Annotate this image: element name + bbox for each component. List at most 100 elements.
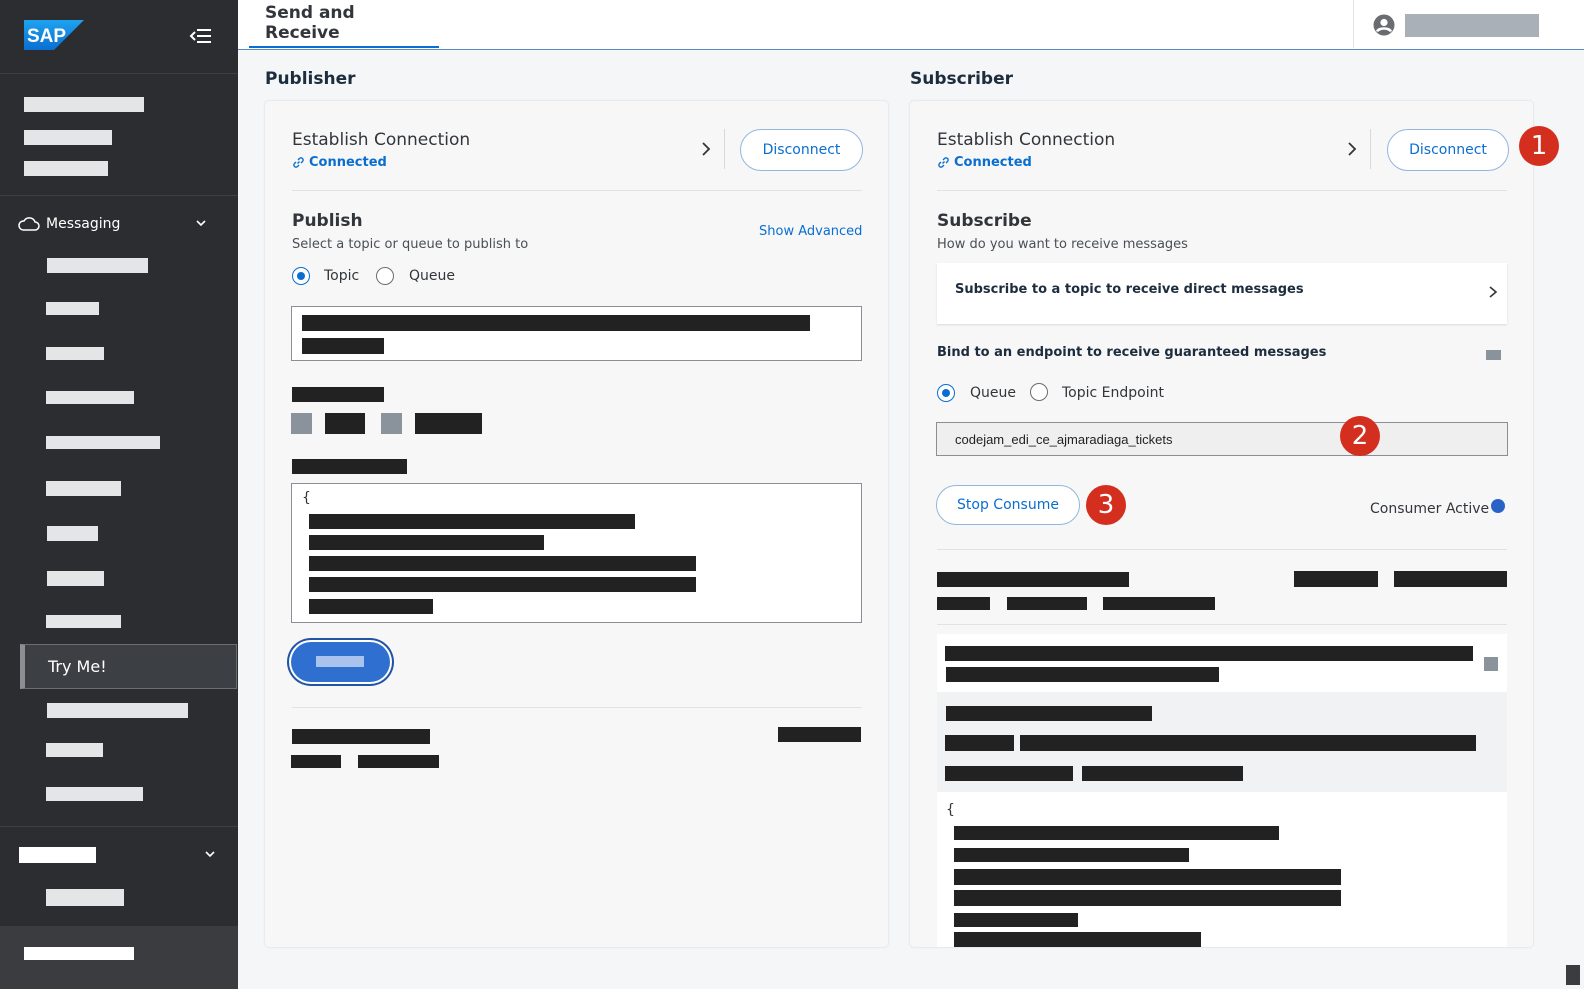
sidebar-section-messaging[interactable]: Messaging — [18, 212, 228, 236]
publish-button[interactable] — [291, 642, 390, 682]
redacted-text — [358, 755, 439, 768]
chevron-right-icon[interactable] — [700, 141, 712, 157]
sidebar-item[interactable] — [47, 258, 148, 273]
consumer-active-label: Consumer Active — [1370, 501, 1490, 517]
redacted-text — [954, 932, 1201, 947]
redacted-text — [954, 890, 1341, 906]
collapse-toggle[interactable] — [1486, 350, 1501, 360]
redacted-text — [302, 338, 384, 354]
user-name[interactable] — [1405, 14, 1539, 37]
divider — [937, 549, 1507, 550]
redacted-text — [945, 735, 1014, 751]
redacted-label — [292, 459, 407, 474]
connected-label: Connected — [954, 155, 1032, 170]
chevron-right-icon — [1489, 286, 1498, 298]
sidebar-item[interactable] — [46, 481, 121, 496]
redacted-label — [292, 387, 384, 402]
direct-subscription-option[interactable]: Subscribe to a topic to receive direct m… — [937, 263, 1507, 324]
topic-radio[interactable] — [292, 267, 310, 285]
redacted-text — [325, 413, 365, 434]
message-properties — [937, 692, 1507, 792]
sidebar-item[interactable] — [46, 436, 160, 449]
svg-text:SAP: SAP — [27, 26, 66, 47]
sidebar-item[interactable] — [46, 743, 103, 757]
sidebar-item[interactable] — [47, 526, 98, 541]
queue-name-input[interactable]: codejam_edi_ce_ajmaradiaga_tickets — [936, 422, 1508, 456]
redacted-text — [309, 556, 696, 571]
redacted-text — [291, 755, 341, 768]
topic-endpoint-radio-label: Topic Endpoint — [1062, 385, 1164, 401]
sidebar-item[interactable] — [24, 161, 108, 176]
redacted-text — [1394, 571, 1507, 587]
option-checkbox[interactable] — [291, 413, 312, 434]
stop-consume-button[interactable]: Stop Consume — [936, 485, 1080, 525]
divider — [292, 707, 862, 708]
queue-radio[interactable] — [937, 384, 955, 402]
sap-logo[interactable]: SAP — [24, 20, 84, 50]
redacted-text — [954, 826, 1279, 840]
publish-title: Publish — [292, 211, 363, 231]
sidebar-item[interactable] — [24, 97, 144, 112]
subscribe-subtitle: How do you want to receive messages — [937, 237, 1188, 252]
connected-label: Connected — [309, 155, 387, 170]
separator — [724, 129, 725, 169]
redacted-text — [937, 572, 1129, 587]
sidebar-item[interactable] — [46, 787, 143, 801]
sidebar-section-redacted[interactable] — [19, 847, 96, 863]
topic-radio-label: Topic — [324, 268, 360, 284]
sidebar-item[interactable] — [46, 302, 99, 315]
separator — [1370, 129, 1371, 169]
sidebar-divider — [0, 73, 238, 74]
redacted-text — [945, 646, 1473, 661]
queue-radio-label: Queue — [970, 385, 1016, 401]
redacted-text — [937, 597, 990, 610]
consumer-status-dot — [1491, 499, 1505, 513]
show-advanced-link[interactable]: Show Advanced — [759, 224, 862, 239]
scroll-corner[interactable] — [1566, 965, 1580, 985]
sidebar-item[interactable] — [47, 571, 104, 586]
sidebar: SAP Messaging Try Me! — [0, 0, 238, 989]
sidebar-footer-item[interactable] — [24, 947, 134, 960]
chevron-down-icon[interactable] — [205, 849, 215, 859]
publisher-disconnect-button[interactable]: Disconnect — [740, 129, 863, 171]
queue-radio[interactable] — [376, 267, 394, 285]
sidebar-item-try-me[interactable]: Try Me! — [20, 644, 237, 689]
redacted-text — [302, 315, 810, 331]
sidebar-item[interactable] — [47, 703, 188, 718]
chevron-down-icon[interactable] — [196, 218, 206, 228]
expand-toggle[interactable] — [1484, 657, 1498, 671]
sidebar-item[interactable] — [46, 347, 104, 360]
code-brace: { — [946, 802, 955, 818]
link-icon — [293, 157, 304, 168]
chevron-right-icon[interactable] — [1346, 141, 1358, 157]
code-brace: { — [302, 490, 311, 506]
sidebar-item[interactable] — [24, 130, 112, 145]
user-avatar-icon[interactable] — [1373, 14, 1395, 36]
topic-endpoint-radio[interactable] — [1030, 383, 1048, 401]
redacted-text — [778, 727, 861, 742]
sidebar-item[interactable] — [46, 615, 121, 628]
subscribe-title: Subscribe — [937, 211, 1032, 231]
sidebar-item-label: Try Me! — [48, 657, 107, 676]
link-icon — [938, 157, 949, 168]
cloud-icon — [18, 217, 40, 231]
tab-label: Send and Receive — [265, 3, 355, 43]
queue-name-value: codejam_edi_ce_ajmaradiaga_tickets — [955, 432, 1173, 447]
topic-input[interactable] — [291, 306, 862, 361]
received-message: { — [937, 634, 1507, 947]
redacted-text — [309, 535, 544, 550]
redacted-text — [1020, 735, 1476, 751]
collapse-menu-icon[interactable] — [189, 25, 213, 47]
sidebar-item[interactable] — [46, 889, 124, 906]
tab-send-and-receive[interactable]: Send and Receive — [249, 0, 439, 48]
subscriber-disconnect-button[interactable]: Disconnect — [1387, 129, 1509, 171]
option-checkbox[interactable] — [381, 413, 402, 434]
sidebar-item[interactable] — [46, 391, 134, 404]
message-body-textarea[interactable]: { — [291, 483, 862, 623]
app-header: Send and Receive — [238, 0, 1584, 50]
sidebar-footer — [0, 926, 238, 989]
subscriber-title: Subscriber — [910, 69, 1014, 89]
redacted-text — [954, 848, 1189, 862]
queue-radio-label: Queue — [409, 268, 455, 284]
redacted-text — [309, 599, 433, 614]
